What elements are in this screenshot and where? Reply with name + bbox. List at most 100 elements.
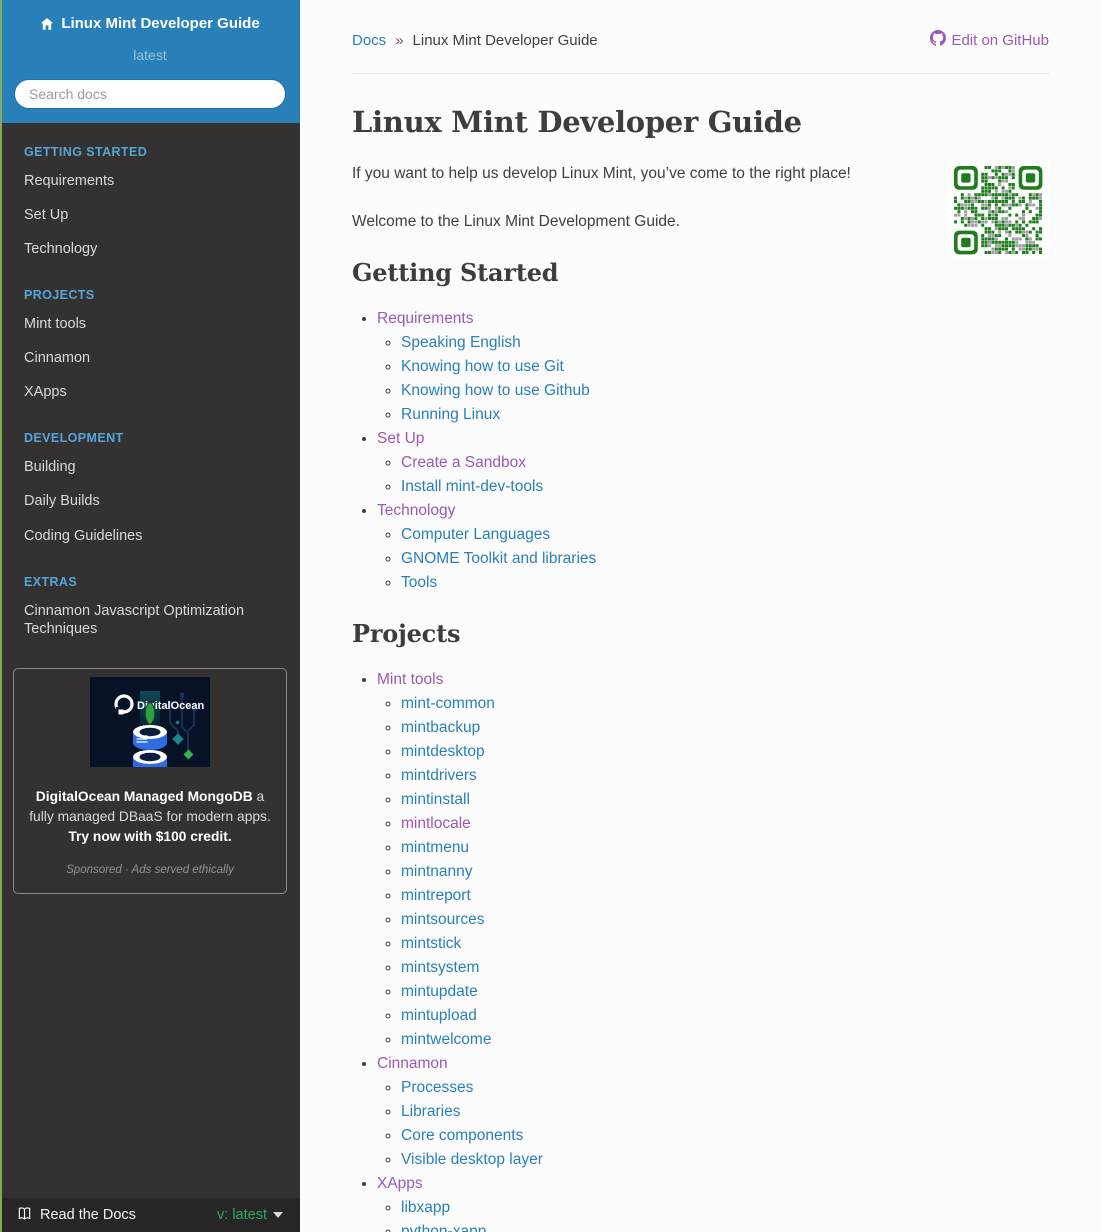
toc-sublist: Create a Sandbox Install mint-dev-tools bbox=[401, 451, 1049, 499]
sidebar-item: Mint tools bbox=[0, 307, 300, 341]
document: Linux Mint Developer Guide If you want t… bbox=[352, 105, 1049, 1232]
toc-link[interactable]: Core components bbox=[401, 1127, 523, 1144]
sidebar-link[interactable]: Daily Builds bbox=[0, 484, 300, 518]
sidebar-link[interactable]: XApps bbox=[0, 375, 300, 409]
edit-on-github-link[interactable]: Edit on GitHub bbox=[930, 30, 1049, 50]
project-home-link[interactable]: Linux Mint Developer Guide bbox=[40, 15, 260, 32]
toc-link[interactable]: mintlocale bbox=[401, 815, 471, 832]
toc-link[interactable]: GNOME Toolkit and libraries bbox=[401, 550, 596, 567]
section-heading: Projects bbox=[352, 619, 461, 648]
toc-link[interactable]: Knowing how to use Github bbox=[401, 382, 590, 399]
toc-link[interactable]: libxapp bbox=[401, 1199, 450, 1216]
toc-link[interactable]: Running Linux bbox=[401, 406, 500, 423]
breadcrumb-divider bbox=[352, 73, 1049, 74]
project-title: Linux Mint Developer Guide bbox=[61, 15, 260, 32]
sidebar-item: Cinnamon Javascript Optimization Techniq… bbox=[0, 594, 300, 646]
toc-link[interactable]: Set Up bbox=[377, 430, 424, 447]
sidebar-link[interactable]: Set Up bbox=[0, 198, 300, 232]
toc-link[interactable]: mintupdate bbox=[401, 983, 478, 1000]
breadcrumb-current: Linux Mint Developer Guide bbox=[412, 31, 598, 49]
ad-image: DigitalOcean bbox=[90, 676, 210, 767]
toc-link[interactable]: mintreport bbox=[401, 887, 471, 904]
toc-item: Technology Computer Languages GNOME Toolki… bbox=[377, 499, 1049, 595]
sidebar-link[interactable]: Building bbox=[0, 450, 300, 484]
github-icon bbox=[930, 30, 947, 50]
toc-link[interactable]: mintsystem bbox=[401, 959, 479, 976]
toc-link[interactable]: mintdrivers bbox=[401, 767, 477, 784]
toc-link[interactable]: mintbackup bbox=[401, 719, 480, 736]
sidebar-item: Cinnamon bbox=[0, 341, 300, 375]
toc-link[interactable]: Knowing how to use Git bbox=[401, 358, 564, 375]
toc-link[interactable]: Technology bbox=[377, 502, 455, 519]
sidebar-nav: GETTING STARTED Requirements Set Up Technol… bbox=[0, 145, 300, 646]
qr-code-image bbox=[948, 160, 1049, 257]
sidebar-link[interactable]: Mint tools bbox=[0, 307, 300, 341]
sidebar-link[interactable]: Cinnamon bbox=[0, 341, 300, 375]
search-input[interactable] bbox=[14, 78, 286, 109]
app: Linux Mint Developer Guide latest GETTIN… bbox=[0, 0, 1101, 1232]
toc-link[interactable]: mintnanny bbox=[401, 863, 473, 880]
sidebar-link[interactable]: Cinnamon Javascript Optimization Techniq… bbox=[0, 594, 300, 646]
version-label: latest bbox=[133, 46, 167, 63]
toc-item: mintlocale bbox=[401, 812, 1049, 836]
toc-link[interactable]: Create a Sandbox bbox=[401, 454, 526, 471]
toc-item: mintdesktop bbox=[401, 740, 1049, 764]
sidebar-link[interactable]: Requirements bbox=[0, 164, 300, 198]
toc-item: Knowing how to use Github bbox=[401, 379, 1049, 403]
readthedocs-footer: Read the Docs v: latest bbox=[0, 1198, 300, 1232]
toc-link[interactable]: mintsources bbox=[401, 911, 485, 928]
toc-item: Cinnamon Processes Libraries Core component… bbox=[377, 1052, 1049, 1172]
toc-link[interactable]: Cinnamon bbox=[377, 1055, 448, 1072]
toc-item: Mint tools mint-common mintbackup mintdeskt… bbox=[377, 668, 1049, 1052]
toc-link[interactable]: Visible desktop layer bbox=[401, 1151, 543, 1168]
toc-item: mintreport bbox=[401, 884, 1049, 908]
toc-link[interactable]: XApps bbox=[377, 1175, 423, 1192]
sidebar-section-list: Cinnamon Javascript Optimization Techniq… bbox=[0, 594, 300, 646]
toc-item: Processes bbox=[401, 1076, 1049, 1100]
toc-link[interactable]: Computer Languages bbox=[401, 526, 550, 543]
sidebar-item: Technology bbox=[0, 232, 300, 266]
toc-link[interactable]: Mint tools bbox=[377, 671, 443, 688]
toc-link[interactable]: Requirements bbox=[377, 310, 474, 327]
toc-item: mintstick bbox=[401, 932, 1049, 956]
toc-link[interactable]: Processes bbox=[401, 1079, 473, 1096]
toc-link[interactable]: mintdesktop bbox=[401, 743, 485, 760]
toc-link[interactable]: Libraries bbox=[401, 1103, 460, 1120]
toc-link[interactable]: Speaking English bbox=[401, 334, 521, 351]
toc-link[interactable]: python-xapp bbox=[401, 1223, 486, 1232]
ad-text-link[interactable]: DigitalOcean Managed MongoDB a fully man… bbox=[26, 787, 274, 847]
toc-sublist: Speaking English Knowing how to use Git Kn… bbox=[401, 331, 1049, 427]
toc-item: Set Up Create a Sandbox Install mint-dev-t… bbox=[377, 427, 1049, 499]
readthedocs-badge[interactable]: Read the Docs bbox=[17, 1206, 136, 1225]
toc-item: Computer Languages bbox=[401, 523, 1049, 547]
sidebar-section-caption: DEVELOPMENT bbox=[24, 431, 124, 446]
sidebar-item: XApps bbox=[0, 375, 300, 409]
readthedocs-label: Read the Docs bbox=[40, 1207, 136, 1223]
ad-image-link[interactable]: DigitalOcean bbox=[26, 676, 274, 767]
toc-link[interactable]: mint-common bbox=[401, 695, 495, 712]
breadcrumb-docs-link[interactable]: Docs bbox=[352, 32, 386, 49]
version-flyout-label: v: latest bbox=[217, 1207, 267, 1223]
toc-item: mintupload bbox=[401, 1004, 1049, 1028]
version-flyout-toggle[interactable]: v: latest bbox=[217, 1207, 283, 1223]
caret-down-icon bbox=[273, 1212, 283, 1218]
toc-link[interactable]: Install mint-dev-tools bbox=[401, 478, 543, 495]
book-icon bbox=[17, 1206, 32, 1225]
toc-link[interactable]: mintinstall bbox=[401, 791, 470, 808]
toc-link[interactable]: mintupload bbox=[401, 1007, 477, 1024]
toc-item: mintmenu bbox=[401, 836, 1049, 860]
toc-link[interactable]: mintwelcome bbox=[401, 1031, 491, 1048]
home-icon bbox=[40, 17, 54, 31]
breadcrumb: Docs » Linux Mint Developer Guide Edit o… bbox=[352, 30, 1049, 50]
sidebar-link[interactable]: Coding Guidelines bbox=[0, 519, 300, 553]
toc-link[interactable]: mintmenu bbox=[401, 839, 469, 856]
toc-item: Libraries bbox=[401, 1100, 1049, 1124]
toc-item: mintsources bbox=[401, 908, 1049, 932]
toc-link[interactable]: Tools bbox=[401, 574, 437, 591]
sidebar-section-caption: EXTRAS bbox=[24, 574, 78, 589]
sidebar-link[interactable]: Technology bbox=[0, 232, 300, 266]
doc-sections: Getting Started Requirements Speaking Engl… bbox=[352, 258, 1049, 1232]
sidebar-header: Linux Mint Developer Guide latest bbox=[0, 0, 300, 123]
toc-item: XApps libxapp python-xapp bbox=[377, 1172, 1049, 1232]
toc-link[interactable]: mintstick bbox=[401, 935, 461, 952]
